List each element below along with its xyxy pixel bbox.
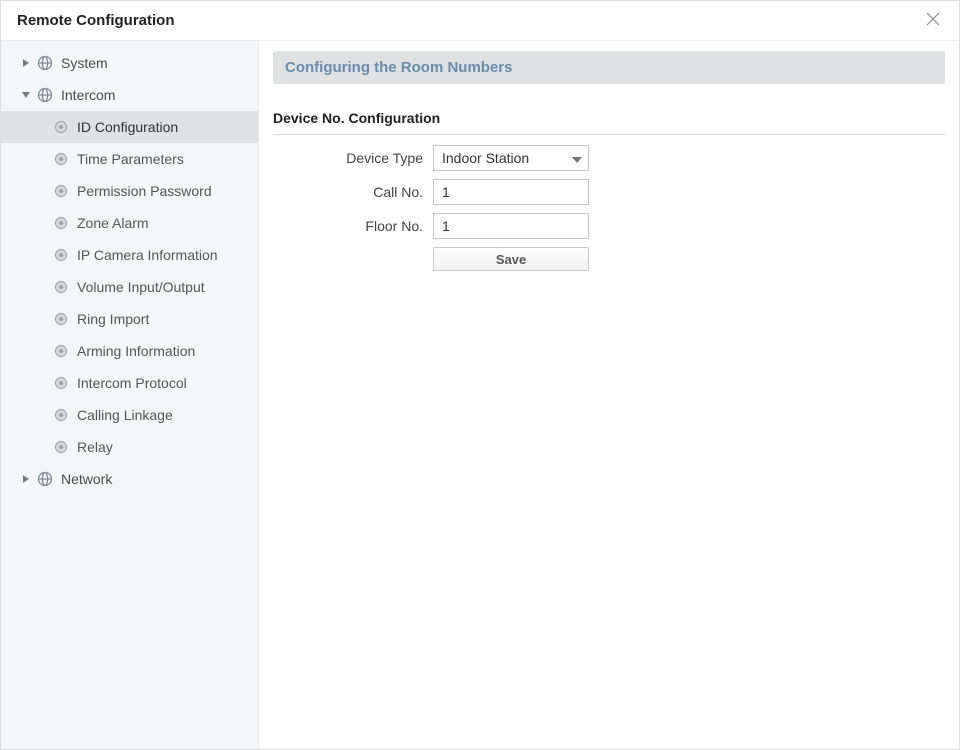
sidebar-intercom-children: ID Configuration Time Parameters Permiss… [1,111,258,463]
sidebar-subitem-zone-alarm[interactable]: Zone Alarm [1,207,258,239]
sidebar-subitem-label: Arming Information [77,343,195,359]
sidebar-subitem-relay[interactable]: Relay [1,431,258,463]
chevron-right-icon [21,474,31,484]
sidebar-subitem-arming-information[interactable]: Arming Information [1,335,258,367]
sidebar-subitem-label: ID Configuration [77,119,178,135]
sidebar-subitem-intercom-protocol[interactable]: Intercom Protocol [1,367,258,399]
chevron-right-icon [21,58,31,68]
sidebar-subitem-ip-camera-information[interactable]: IP Camera Information [1,239,258,271]
sidebar-subitem-label: Relay [77,439,113,455]
globe-icon [37,55,53,71]
gear-icon [53,311,69,327]
row-save: Save [273,247,945,271]
sidebar-subitem-label: Permission Password [77,183,212,199]
content-area: Configuring the Room Numbers Device No. … [259,41,959,749]
sidebar-item-intercom[interactable]: Intercom [1,79,258,111]
gear-icon [53,343,69,359]
row-call-no: Call No. [273,179,945,205]
remote-config-window: Remote Configuration [0,0,960,750]
gear-icon [53,375,69,391]
titlebar: Remote Configuration [1,1,959,41]
gear-icon [53,215,69,231]
chevron-down-icon [21,90,31,100]
section-title: Device No. Configuration [273,110,945,135]
device-type-select[interactable]: Indoor Station [433,145,589,171]
sidebar-subitem-permission-password[interactable]: Permission Password [1,175,258,207]
gear-icon [53,439,69,455]
row-floor-no: Floor No. [273,213,945,239]
sidebar-subitem-id-configuration[interactable]: ID Configuration [1,111,258,143]
gear-icon [53,151,69,167]
page-banner: Configuring the Room Numbers [273,51,945,84]
row-device-type: Device Type Indoor Station [273,145,945,171]
sidebar-item-system[interactable]: System [1,47,258,79]
floor-no-input[interactable] [433,213,589,239]
sidebar-subitem-time-parameters[interactable]: Time Parameters [1,143,258,175]
window-body: System Intercom [1,41,959,749]
gear-icon [53,247,69,263]
globe-icon [37,471,53,487]
sidebar-subitem-label: Intercom Protocol [77,375,187,391]
sidebar-item-label: Intercom [61,87,115,103]
close-button[interactable] [925,11,945,31]
close-icon [925,14,941,30]
call-no-label: Call No. [273,184,433,200]
sidebar-item-label: Network [61,471,112,487]
call-no-input[interactable] [433,179,589,205]
floor-no-label: Floor No. [273,218,433,234]
gear-icon [53,407,69,423]
window-title: Remote Configuration [17,12,175,29]
sidebar-subitem-label: Zone Alarm [77,215,149,231]
sidebar-subitem-volume-io[interactable]: Volume Input/Output [1,271,258,303]
sidebar: System Intercom [1,41,259,749]
gear-icon [53,279,69,295]
sidebar-subitem-ring-import[interactable]: Ring Import [1,303,258,335]
gear-icon [53,183,69,199]
sidebar-subitem-label: Volume Input/Output [77,279,205,295]
sidebar-subitem-label: IP Camera Information [77,247,218,263]
sidebar-subitem-label: Ring Import [77,311,149,327]
save-button[interactable]: Save [433,247,589,271]
sidebar-subitem-calling-linkage[interactable]: Calling Linkage [1,399,258,431]
sidebar-item-label: System [61,55,108,71]
device-type-value: Indoor Station [442,150,529,166]
device-type-label: Device Type [273,150,433,166]
caret-down-icon [572,150,582,166]
sidebar-item-network[interactable]: Network [1,463,258,495]
sidebar-subitem-label: Time Parameters [77,151,184,167]
gear-icon [53,119,69,135]
sidebar-subitem-label: Calling Linkage [77,407,173,423]
globe-icon [37,87,53,103]
